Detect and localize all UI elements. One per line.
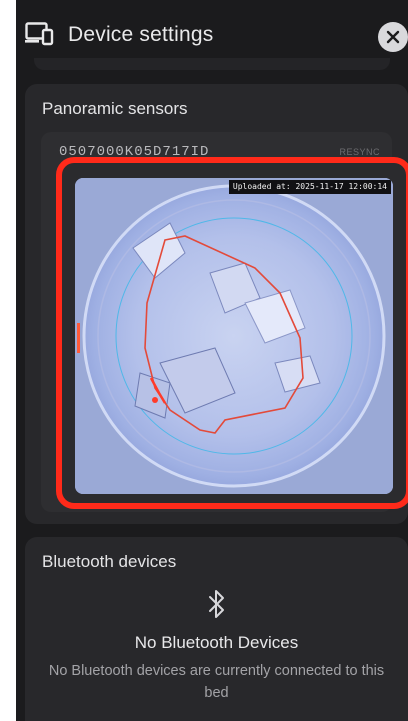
bluetooth-icon [207,589,227,624]
empty-state-title: No Bluetooth Devices [134,633,299,652]
section-title-bluetooth: Bluetooth devices [42,552,177,571]
device-settings-panel: Device settings Panoramic sensors 050700… [16,0,408,721]
page-title: Device settings [68,23,214,46]
sensor-status[interactable]: RESYNC [339,147,380,157]
devices-icon [25,22,57,48]
panoramic-camera-image[interactable]: Uploaded at: 2025-11-17 12:00:14 [75,178,393,494]
upload-timestamp: Uploaded at: 2025-11-17 12:00:14 [228,180,391,194]
close-icon [386,30,400,44]
bluetooth-devices-card: Bluetooth devices No Bluetooth Devices N… [25,537,408,721]
fisheye-room-view [75,178,393,494]
section-title-panoramic: Panoramic sensors [42,99,188,118]
empty-state-description: No Bluetooth devices are currently conne… [48,663,385,701]
header: Device settings [16,0,408,70]
sensor-preview-highlight: Uploaded at: 2025-11-17 12:00:14 [56,157,408,509]
close-button[interactable] [378,22,408,52]
previous-section-edge [34,58,390,70]
